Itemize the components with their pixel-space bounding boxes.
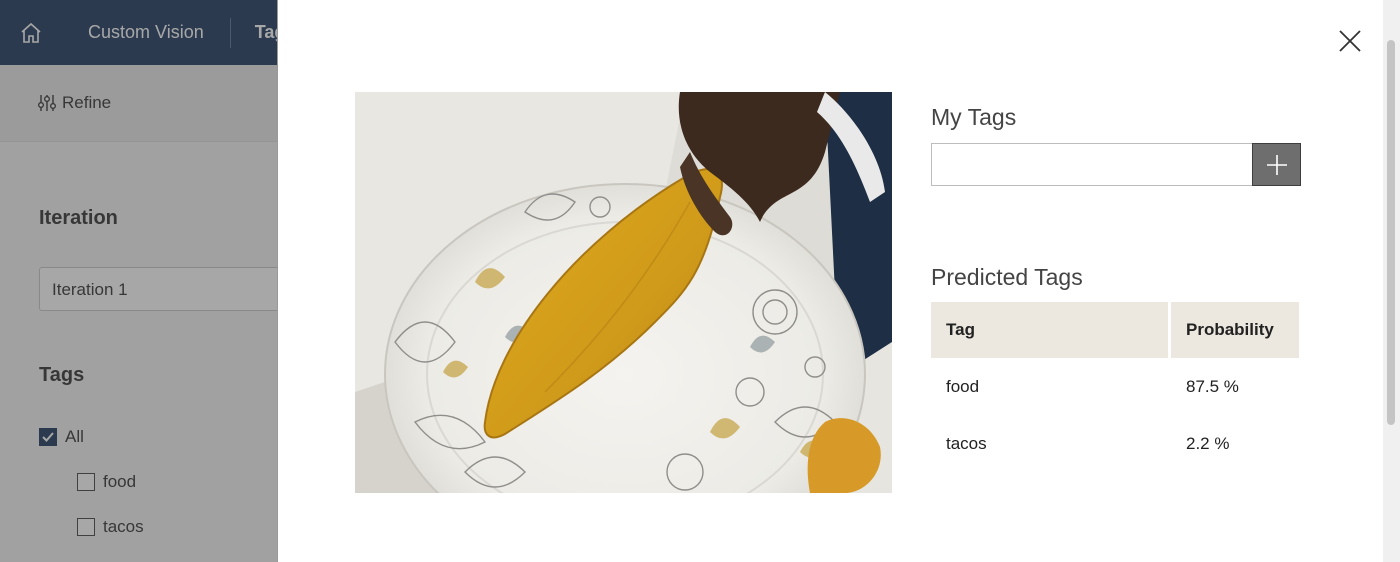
scroll-thumb[interactable]: [1387, 40, 1395, 425]
tag-input[interactable]: [931, 143, 1253, 186]
photo-illustration: [355, 92, 892, 493]
scrollbar[interactable]: [1383, 0, 1400, 562]
add-tag-button[interactable]: [1252, 143, 1301, 186]
close-button[interactable]: [1337, 28, 1363, 54]
plus-icon: [1266, 154, 1287, 175]
probability-cell: 87.5 %: [1186, 376, 1239, 396]
table-row: tacos 2.2 %: [931, 415, 1299, 472]
close-icon: [1339, 30, 1361, 52]
predicted-tags-heading: Predicted Tags: [931, 264, 1083, 290]
column-header-tag: Tag: [931, 302, 1171, 358]
probability-cell: 2.2 %: [1186, 433, 1230, 453]
column-header-probability: Probability: [1171, 302, 1299, 358]
tag-cell: food: [946, 376, 980, 396]
table-row: food 87.5 %: [931, 358, 1299, 415]
my-tags-heading: My Tags: [931, 104, 1017, 130]
table-header-row: Tag Probability: [931, 302, 1299, 358]
predicted-tags-table: Tag Probability food 87.5 % tacos 2.2 %: [931, 302, 1299, 472]
taco-on-paper-plate-photo: [355, 92, 892, 493]
image-detail-dialog: My Tags Predicted Tags Tag Probability f…: [277, 0, 1400, 562]
tag-cell: tacos: [946, 433, 987, 453]
